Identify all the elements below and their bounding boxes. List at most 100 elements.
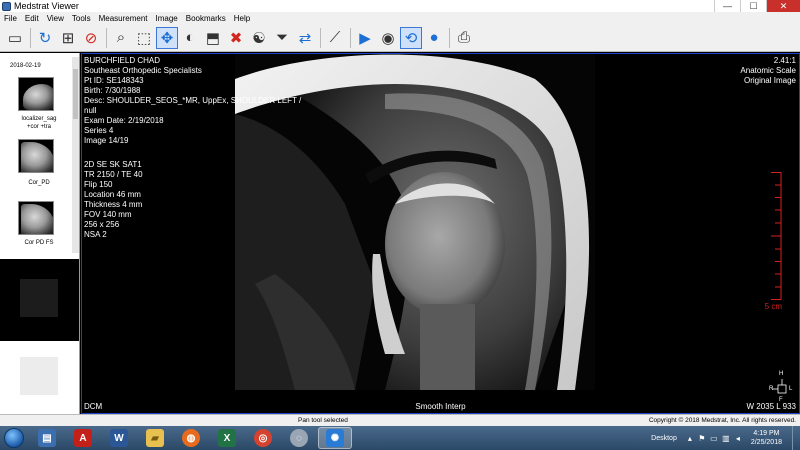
menu-tools[interactable]: Tools bbox=[68, 14, 95, 23]
magnify-icon[interactable]: ⌕ bbox=[110, 27, 132, 49]
taskbar-medstrat[interactable]: ✺ bbox=[318, 427, 352, 449]
menu-measurement[interactable]: Measurement bbox=[95, 14, 152, 23]
menu-image[interactable]: Image bbox=[152, 14, 182, 23]
measurement-scale bbox=[771, 172, 782, 300]
taskbar-excel[interactable]: X bbox=[210, 427, 244, 449]
start-button[interactable] bbox=[0, 426, 28, 450]
viewport-slot-empty[interactable] bbox=[0, 259, 79, 341]
zoom-region-icon[interactable]: ⬚ bbox=[133, 27, 155, 49]
patient-info-overlay: BURCHFIELD CHAD Southeast Orthopedic Spe… bbox=[84, 56, 301, 146]
measure-icon[interactable]: ⟋ bbox=[324, 27, 346, 49]
thumbnail-scrollbar[interactable] bbox=[72, 57, 79, 253]
desktop-toolbar-label[interactable]: Desktop bbox=[651, 435, 677, 442]
word-app-icon: W bbox=[110, 429, 128, 447]
study-description-2: null bbox=[84, 106, 97, 115]
institution: Southeast Orthopedic Specialists bbox=[84, 66, 202, 75]
interpolation-mode: Smooth Interp bbox=[415, 402, 466, 411]
sync-icon[interactable]: ⇄ bbox=[294, 27, 316, 49]
video-icon[interactable]: ● bbox=[423, 27, 445, 49]
series-label-localizer: localizer_sag +cor +tra bbox=[21, 116, 57, 130]
delete-icon[interactable]: ✖ bbox=[225, 27, 247, 49]
series-thumbnail-cor-pd[interactable] bbox=[18, 139, 54, 173]
toolbar-separator bbox=[320, 27, 321, 48]
menu-bar: File Edit View Tools Measurement Image B… bbox=[0, 12, 800, 24]
menu-help[interactable]: Help bbox=[230, 14, 254, 23]
yin-yang-icon[interactable]: ☯ bbox=[248, 27, 270, 49]
zoom-level: 2.41:1 bbox=[773, 56, 796, 65]
expand-tray-icon[interactable]: ▴ bbox=[685, 434, 695, 443]
excel-app-icon: X bbox=[218, 429, 236, 447]
scrollbar-thumb[interactable] bbox=[73, 69, 78, 119]
original-image-label: Original Image bbox=[743, 76, 796, 85]
maximize-button[interactable]: ☐ bbox=[740, 0, 766, 12]
study-description: Desc: SHOULDER_SEOS_*MR, UppEx, SHOULDER… bbox=[84, 96, 302, 105]
cd-app-icon: ◌ bbox=[290, 429, 308, 447]
window-controls: — ☐ ✕ bbox=[714, 0, 800, 12]
minimize-button[interactable]: — bbox=[714, 0, 740, 12]
orientation-left: R bbox=[769, 386, 774, 392]
taskbar-folder[interactable]: ▰ bbox=[138, 427, 172, 449]
flag-icon[interactable]: ⚑ bbox=[697, 434, 707, 443]
slice-thickness: Thickness 4 mm bbox=[84, 200, 143, 209]
filter-icon[interactable]: ⏷ bbox=[271, 27, 293, 49]
status-message: Pan tool selected bbox=[298, 417, 348, 424]
series-thumbnail-panel: 2018-02-19 localizer_sag +cor +tra Cor_P… bbox=[0, 53, 80, 414]
thumbnail-image bbox=[21, 142, 53, 172]
chrome-app-icon: ◎ bbox=[254, 429, 272, 447]
title-bar: Medstrat Viewer — ☐ ✕ bbox=[0, 0, 800, 12]
copyright-text: Copyright © 2018 Medstrat, Inc. All righ… bbox=[648, 417, 796, 424]
taskbar-firefox[interactable]: ◍ bbox=[174, 427, 208, 449]
layout-icon[interactable]: ▭ bbox=[4, 27, 26, 49]
patient-name: BURCHFIELD CHAD bbox=[84, 56, 161, 65]
series-thumbnail-cor-pd-fs[interactable] bbox=[18, 201, 54, 235]
viewport-slot-preview bbox=[20, 357, 58, 395]
series-number: Series 4 bbox=[84, 126, 114, 135]
series-thumbnail-localizer[interactable] bbox=[18, 77, 54, 111]
taskbar-explorer[interactable]: ▤ bbox=[30, 427, 64, 449]
taskbar-chrome[interactable]: ◎ bbox=[246, 427, 280, 449]
menu-file[interactable]: File bbox=[0, 14, 21, 23]
matrix-size: 256 x 256 bbox=[84, 220, 120, 229]
pan-icon[interactable]: ✥ bbox=[156, 26, 178, 49]
crop-icon[interactable]: ⬒ bbox=[202, 27, 224, 49]
toolbar-separator bbox=[106, 27, 107, 48]
taskbar-cd[interactable]: ◌ bbox=[282, 427, 316, 449]
grid-layout-icon[interactable]: ⊞ bbox=[57, 27, 79, 49]
rotate-icon[interactable]: ↻ bbox=[34, 27, 56, 49]
sequence: 2D SE SK SAT1 bbox=[84, 160, 142, 169]
taskbar-word[interactable]: W bbox=[102, 427, 136, 449]
monitor-icon[interactable]: ▭ bbox=[709, 434, 719, 443]
patient-id: Pt ID: SE148343 bbox=[84, 76, 144, 85]
toolbar: ▭ ↻ ⊞ ⊘ ⌕ ⬚ ✥ ◐ ⬒ ✖ ☯ ⏷ ⇄ ⟋ ▶ ◉ ⟲ ● ⎙ bbox=[0, 24, 800, 52]
stop-icon[interactable]: ⊘ bbox=[80, 27, 102, 49]
cine-icon[interactable]: ◉ bbox=[377, 27, 399, 49]
clock[interactable]: 4:19 PM 2/25/2018 bbox=[751, 429, 782, 447]
viewport-slot-empty[interactable] bbox=[0, 341, 79, 414]
image-viewport[interactable]: BURCHFIELD CHAD Southeast Orthopedic Spe… bbox=[81, 53, 800, 414]
menu-edit[interactable]: Edit bbox=[21, 14, 43, 23]
menu-bookmarks[interactable]: Bookmarks bbox=[182, 14, 230, 23]
birth-date: Birth: 7/30/1988 bbox=[84, 86, 141, 95]
contrast-icon[interactable]: ◐ bbox=[179, 27, 201, 49]
windows-logo-icon bbox=[4, 428, 24, 448]
clock-date: 2/25/2018 bbox=[750, 439, 782, 446]
close-button[interactable]: ✕ bbox=[766, 0, 800, 12]
acquisition-info-overlay: 2D SE SK SAT1 TR 2150 / TE 40 Flip 150 L… bbox=[84, 160, 143, 240]
viewport-slot-preview bbox=[20, 279, 58, 317]
study-date: 2018-02-19 bbox=[10, 63, 41, 69]
print-icon[interactable]: ⎙ bbox=[453, 27, 475, 49]
orientation-top: H bbox=[779, 371, 784, 377]
series-label-cor-pd: Cor_PD bbox=[28, 180, 50, 186]
series-label-cor-pd-fs: Cor PD FS bbox=[24, 240, 54, 246]
volume-icon[interactable]: ◂ bbox=[733, 434, 743, 443]
toolbar-separator bbox=[350, 27, 351, 48]
window-level: W 2035 L 933 bbox=[746, 402, 796, 411]
play-icon[interactable]: ▶ bbox=[354, 27, 376, 49]
explorer-app-icon: ▤ bbox=[38, 429, 56, 447]
show-desktop-button[interactable] bbox=[792, 426, 800, 450]
taskbar-acrobat[interactable]: A bbox=[66, 427, 100, 449]
clock-time: 4:19 PM bbox=[753, 430, 780, 437]
menu-view[interactable]: View bbox=[43, 14, 68, 23]
loop-icon[interactable]: ⟲ bbox=[400, 26, 422, 49]
network-icon[interactable]: ▥ bbox=[721, 434, 731, 443]
